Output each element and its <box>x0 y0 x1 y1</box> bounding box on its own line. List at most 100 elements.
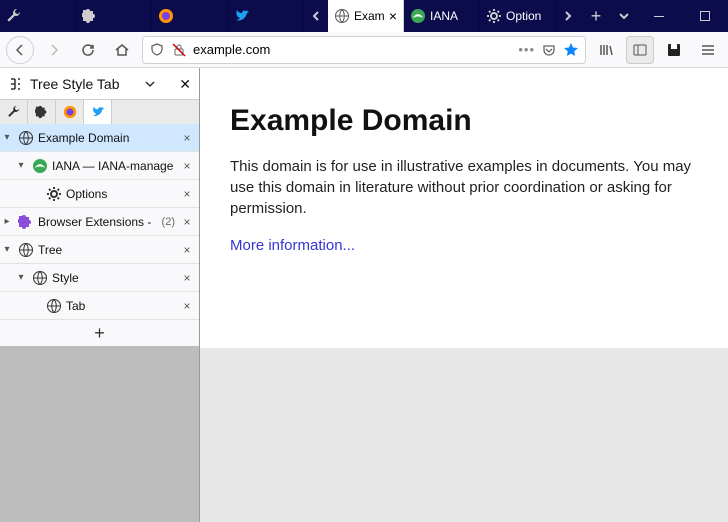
sidebar-pinned-row <box>0 100 199 124</box>
reload-button[interactable] <box>74 36 102 64</box>
sidebar-title: Tree Style Tab <box>30 76 139 92</box>
tab-label: Example <box>354 9 385 23</box>
close-icon[interactable]: × <box>179 159 195 173</box>
tab-strip: Example × IANA Option + <box>0 0 636 32</box>
twisty-icon[interactable]: ▾ <box>14 160 28 171</box>
globe-icon <box>32 270 48 286</box>
back-button[interactable] <box>6 36 34 64</box>
iana-icon <box>410 8 426 24</box>
close-icon[interactable]: × <box>179 131 195 145</box>
gear-icon <box>46 186 62 202</box>
tab-twitter[interactable] <box>228 0 304 32</box>
nav-toolbar: ••• <box>0 32 728 68</box>
close-icon[interactable]: × <box>179 243 195 257</box>
tab-example[interactable]: Example × <box>328 0 404 32</box>
maximize-button[interactable] <box>682 0 728 32</box>
tab-scroll-left[interactable] <box>304 0 328 32</box>
twitter-icon <box>234 8 250 24</box>
tab-iana[interactable]: IANA <box>404 0 480 32</box>
sidebar: Tree Style Tab ✕ ▾ Example Domain × ▾ IA… <box>0 68 200 522</box>
twisty-icon[interactable]: ▸ <box>0 216 14 227</box>
iana-icon <box>32 158 48 174</box>
pin-wrench[interactable] <box>0 100 28 124</box>
home-icon <box>114 42 130 58</box>
page-actions-icon[interactable]: ••• <box>518 42 535 57</box>
sidebar-toggle-button[interactable] <box>626 36 654 64</box>
chevron-down-icon <box>619 11 629 21</box>
tree-label: Tab <box>66 299 179 313</box>
tree-new-tab-button[interactable]: + <box>0 320 199 346</box>
hamburger-icon <box>700 42 716 58</box>
twitter-icon <box>91 105 105 119</box>
pin-firefox[interactable] <box>56 100 84 124</box>
tree-item-iana[interactable]: ▾ IANA — IANA-manage × <box>0 152 199 180</box>
tab-label: Option <box>506 9 549 23</box>
minimize-icon <box>653 10 665 22</box>
library-button[interactable] <box>592 36 620 64</box>
close-icon[interactable]: × <box>179 271 195 285</box>
tree-item-style[interactable]: ▾ Style × <box>0 264 199 292</box>
bookmark-star-icon[interactable] <box>563 42 579 58</box>
tree-item-options[interactable]: Options × <box>0 180 199 208</box>
puzzle-icon <box>82 8 98 24</box>
content-area: Example Domain This domain is for use in… <box>200 68 728 522</box>
firefox-icon <box>63 105 77 119</box>
new-tab-button[interactable]: + <box>580 0 612 32</box>
tab-firefox[interactable] <box>152 0 228 32</box>
save-icon <box>666 42 682 58</box>
puzzle-icon <box>35 105 49 119</box>
library-icon <box>598 42 614 58</box>
sidebar-header[interactable]: Tree Style Tab ✕ <box>0 68 199 100</box>
url-bar[interactable]: ••• <box>142 36 586 64</box>
tab-pinned-extension[interactable] <box>76 0 152 32</box>
pin-extension[interactable] <box>28 100 56 124</box>
titlebar: Example × IANA Option + <box>0 0 728 32</box>
maximize-icon <box>699 10 711 22</box>
arrow-right-icon <box>46 42 62 58</box>
minimize-button[interactable] <box>636 0 682 32</box>
tab-pinned-wrench[interactable] <box>0 0 76 32</box>
window-controls <box>636 0 728 32</box>
tab-scroll-right[interactable] <box>556 0 580 32</box>
twisty-icon[interactable]: ▾ <box>14 272 28 283</box>
tree-item-tree[interactable]: ▾ Tree × <box>0 236 199 264</box>
chevron-right-icon <box>563 11 573 21</box>
home-button[interactable] <box>108 36 136 64</box>
sidebar-icon <box>632 42 648 58</box>
tree-label: Options <box>66 187 179 201</box>
page-title: Example Domain <box>230 104 698 138</box>
more-info-link[interactable]: More information... <box>230 237 355 254</box>
lock-slash-icon <box>171 42 187 58</box>
wrench-icon <box>6 8 22 24</box>
main-area: Tree Style Tab ✕ ▾ Example Domain × ▾ IA… <box>0 68 728 522</box>
tab-label: IANA <box>430 9 473 23</box>
tree-label: IANA — IANA-manage <box>52 159 179 173</box>
twisty-icon[interactable]: ▾ <box>0 132 14 143</box>
app-menu-button[interactable] <box>694 36 722 64</box>
url-input[interactable] <box>193 42 512 57</box>
sidebar-close-button[interactable]: ✕ <box>179 77 191 91</box>
tree-label: Style <box>52 271 179 285</box>
tab-tree: ▾ Example Domain × ▾ IANA — IANA-manage … <box>0 124 199 346</box>
tree-label: Browser Extensions - <box>38 215 158 229</box>
firefox-icon <box>158 8 174 24</box>
tab-list-button[interactable] <box>612 0 636 32</box>
forward-button[interactable] <box>40 36 68 64</box>
tree-item-extensions[interactable]: ▸ Browser Extensions - (2) × <box>0 208 199 236</box>
close-icon[interactable]: × <box>179 299 195 313</box>
pin-twitter[interactable] <box>84 100 112 124</box>
twisty-icon[interactable]: ▾ <box>0 244 14 255</box>
close-icon[interactable]: × <box>179 215 195 229</box>
pocket-icon[interactable] <box>541 42 557 58</box>
close-icon[interactable]: × <box>389 9 397 23</box>
wrench-icon <box>7 105 21 119</box>
close-icon[interactable]: × <box>179 187 195 201</box>
page-paragraph: This domain is for use in illustrative e… <box>230 156 698 219</box>
tab-options[interactable]: Option <box>480 0 556 32</box>
tree-item-example[interactable]: ▾ Example Domain × <box>0 124 199 152</box>
reload-icon <box>80 42 96 58</box>
chevron-left-icon <box>311 11 321 21</box>
arrow-left-icon <box>12 42 28 58</box>
tree-item-tab[interactable]: Tab × <box>0 292 199 320</box>
save-page-button[interactable] <box>660 36 688 64</box>
